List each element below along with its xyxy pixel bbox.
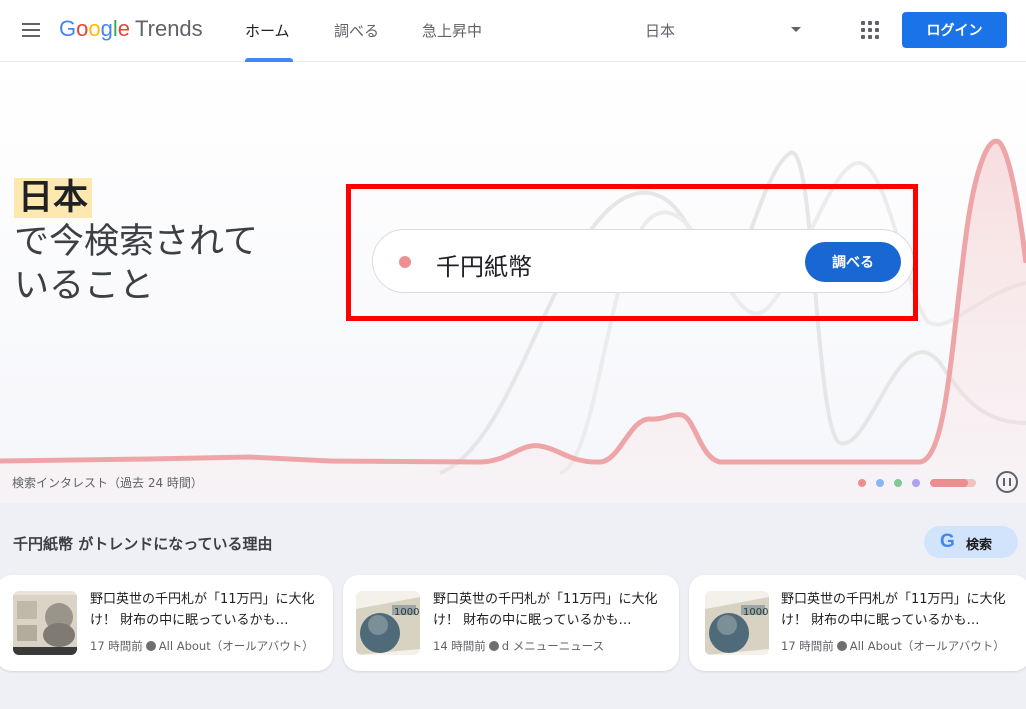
banknote-thumbnail-1 — [13, 591, 77, 655]
active-tab-indicator — [245, 58, 293, 62]
carousel-dot-4[interactable] — [912, 479, 920, 487]
google-trends-logo[interactable]: Google Trends — [59, 16, 203, 42]
news-card-2[interactable]: 1000 野口英世の千円札が「11万円」に大化け！ 財布の中に眠っているかも… … — [343, 575, 679, 671]
news-time-3: 17 時間前 — [781, 639, 834, 653]
carousel-progress-bar[interactable] — [930, 479, 976, 487]
hero-title-line2: で今検索されて — [14, 222, 258, 262]
news-title-3[interactable]: 野口英世の千円札が「11万円」に大化け！ 財布の中に眠っているかも… — [781, 589, 1016, 631]
hero-title: 日本 で今検索されて いること — [14, 176, 258, 308]
news-meta-3: 17 時間前 All About（オールアバウト） — [781, 638, 1013, 654]
news-meta-2: 14 時間前 d メニューニュース — [433, 638, 665, 654]
google-g-icon: G — [940, 531, 955, 552]
svg-text:1000: 1000 — [743, 607, 768, 618]
menu-icon[interactable] — [20, 20, 42, 40]
source-icon — [488, 641, 499, 651]
source-icon — [836, 641, 847, 651]
tab-explore[interactable]: 調べる — [334, 20, 379, 41]
hero-title-region: 日本 — [14, 178, 93, 218]
banknote-thumbnail-2: 1000 — [356, 591, 420, 655]
logo-google: Google — [59, 16, 131, 41]
carousel-dot-2[interactable] — [876, 479, 884, 487]
carousel-dot-1[interactable] — [858, 479, 866, 487]
trend-reason-section: 千円紙幣 がトレンドになっている理由 G 検索 野口英世の千円札が「11万円」に… — [0, 503, 1026, 709]
news-title-2[interactable]: 野口英世の千円札が「11万円」に大化け！ 財布の中に眠っているかも… — [433, 589, 668, 631]
tab-trending-now[interactable]: 急上昇中 — [422, 20, 482, 41]
google-search-label: 検索 — [966, 538, 993, 553]
top-app-bar: Google Trends ホーム 調べる 急上昇中 日本 ログイン — [0, 0, 1026, 62]
news-time-2: 14 時間前 — [433, 639, 486, 653]
news-source-3: All About（オールアバウト） — [849, 639, 1005, 653]
trend-reason-heading: 千円紙幣 がトレンドになっている理由 — [13, 535, 273, 553]
google-search-button[interactable]: G 検索 — [924, 526, 1018, 558]
login-button[interactable]: ログイン — [902, 12, 1007, 48]
search-term[interactable]: 千円紙幣 — [436, 247, 532, 282]
interest-label: 検索インタレスト（過去 24 時間） — [12, 476, 203, 490]
news-source-1: All About（オールアバウト） — [158, 639, 314, 653]
banknote-thumbnail-3: 1000 — [705, 591, 769, 655]
explore-button[interactable]: 調べる — [805, 242, 901, 282]
apps-grid-icon[interactable] — [860, 20, 880, 40]
source-icon — [145, 641, 156, 651]
news-title-1[interactable]: 野口英世の千円札が「11万円」に大化け！ 財布の中に眠っているかも… — [90, 589, 325, 631]
news-card-3[interactable]: 1000 野口英世の千円札が「11万円」に大化け！ 財布の中に眠っているかも… … — [689, 575, 1026, 671]
carousel-dot-3[interactable] — [894, 479, 902, 487]
logo-trends: Trends — [135, 16, 203, 41]
region-label: 日本 — [645, 22, 676, 40]
pause-icon[interactable] — [996, 471, 1018, 493]
trend-color-dot-icon — [399, 256, 411, 268]
background-trend-line-1 — [439, 150, 1026, 475]
region-select[interactable]: 日本 — [636, 18, 808, 44]
news-meta-1: 17 時間前 All About（オールアバウト） — [90, 638, 322, 654]
hero-title-line3: いること — [14, 266, 155, 306]
news-time-1: 17 時間前 — [90, 639, 143, 653]
trending-search-box[interactable]: 千円紙幣 調べる — [372, 229, 914, 293]
tab-home[interactable]: ホーム — [245, 20, 290, 41]
caret-down-icon — [791, 27, 801, 32]
svg-text:1000: 1000 — [394, 607, 419, 618]
news-card-1[interactable]: 野口英世の千円札が「11万円」に大化け！ 財布の中に眠っているかも… 17 時間… — [0, 575, 333, 671]
news-source-2: d メニューニュース — [501, 639, 605, 653]
hero-section: 日本 で今検索されて いること 千円紙幣 調べる 検索インタレスト（過去 24 … — [0, 63, 1026, 503]
